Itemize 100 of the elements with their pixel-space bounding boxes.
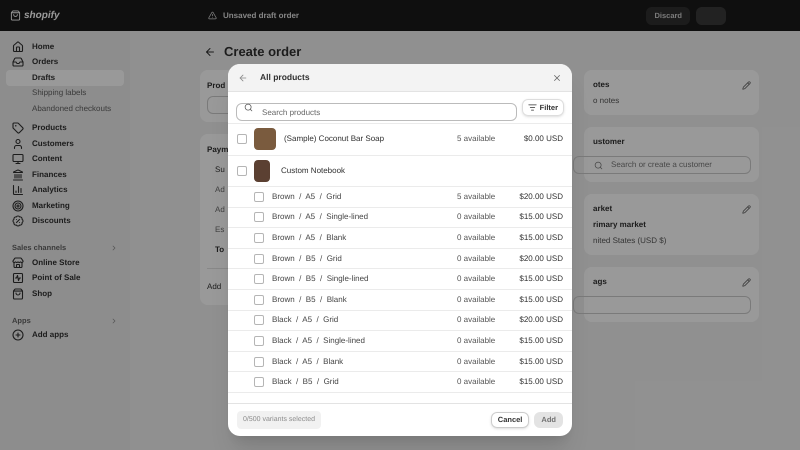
chevron-icon[interactable]	[110, 316, 118, 324]
checkbox[interactable]	[254, 336, 264, 346]
nav-item[interactable]: Products	[6, 120, 124, 136]
price: $15.00 USD	[518, 273, 563, 286]
checkbox[interactable]	[254, 315, 264, 326]
nav-item[interactable]: Discounts	[6, 214, 124, 229]
target-icon	[12, 200, 24, 212]
card-text: o notes	[593, 95, 620, 107]
nav-item[interactable]: Shop	[6, 286, 124, 302]
price: $15.00 USD	[518, 232, 563, 244]
variant-row[interactable]: Black / A5 / Single-lined 0 available $15.00 USD	[228, 331, 572, 352]
card-title: otes	[593, 79, 610, 91]
checkbox[interactable]	[254, 356, 264, 367]
price: $20.00 USD	[518, 190, 563, 203]
checkbox[interactable]	[237, 134, 247, 144]
nav-item[interactable]: Customers	[6, 136, 124, 152]
plus-circle-icon	[12, 329, 24, 342]
nav-item[interactable]: Add apps	[6, 328, 124, 343]
back-arrow-icon[interactable]	[204, 46, 216, 58]
pencil-icon[interactable]	[742, 204, 751, 214]
availability: 0 available	[457, 232, 496, 244]
nav-subitem[interactable]: Shipping labels	[6, 86, 124, 101]
product-row[interactable]: Custom Notebook	[228, 156, 572, 187]
card-footer-text: Add	[207, 282, 222, 291]
back-arrow-icon[interactable]	[238, 72, 248, 82]
checkbox[interactable]	[254, 232, 264, 243]
pencil-icon[interactable]	[742, 80, 751, 90]
nav-item[interactable]: Home	[6, 39, 124, 54]
summary-label: Ad	[215, 204, 225, 216]
nav-item[interactable]: Analytics	[6, 182, 124, 198]
variant-row[interactable]: Brown / A5 / Blank 0 available $15.00 USD	[228, 228, 572, 249]
variant-name: Brown / B5 / Grid	[272, 252, 343, 265]
checkbox[interactable]	[237, 166, 247, 176]
variant-row[interactable]: Black / A5 / Blank 0 available $15.00 USD	[228, 352, 572, 372]
nav-item[interactable]: Marketing	[6, 198, 124, 214]
pencil-icon[interactable]	[742, 278, 751, 286]
variant-row[interactable]: Brown / B5 / Blank 0 available $15.00 USD	[228, 290, 572, 311]
summary-label: Es	[215, 224, 224, 236]
dialog-title: All products	[260, 71, 311, 84]
price: $15.00 USD	[518, 356, 563, 368]
availability: 0 available	[457, 294, 496, 306]
variant-name: Brown / A5 / Blank	[272, 232, 348, 244]
warning-icon	[208, 11, 217, 20]
checkbox[interactable]	[254, 377, 264, 388]
product-name: Custom Notebook	[281, 164, 346, 177]
nav-subitem[interactable]: Drafts	[6, 70, 124, 86]
price: $15.00 USD	[518, 376, 563, 388]
availability: 0 available	[457, 334, 496, 347]
product-row[interactable]: (Sample) Coconut Bar Soap 5 available $0.00 USD	[228, 124, 572, 156]
variant-row[interactable]: Brown / A5 / Single-lined 0 available $15.00 USD	[228, 208, 572, 228]
checkbox[interactable]	[254, 212, 264, 222]
shopping-bag-icon	[12, 288, 24, 300]
variant-name: Brown / B5 / Blank	[272, 294, 348, 306]
variant-row[interactable]: Brown / B5 / Grid 0 available $20.00 USD	[228, 248, 572, 270]
variant-name: Black / A5 / Single-lined	[272, 334, 366, 347]
availability: 0 available	[457, 211, 496, 224]
nav-item[interactable]: Online Store	[6, 255, 124, 270]
chevron-icon[interactable]	[110, 244, 118, 252]
brand-logo: shopify	[24, 9, 60, 23]
variant-name: Brown / A5 / Single-lined	[272, 211, 370, 224]
nav-subitem[interactable]: Abandoned checkouts	[6, 101, 124, 116]
checkbox[interactable]	[254, 192, 264, 202]
price: $0.00 USD	[522, 133, 563, 146]
close-icon[interactable]	[552, 72, 562, 82]
checkbox[interactable]	[254, 254, 264, 264]
price: $15.00 USD	[518, 334, 563, 347]
card-title: arket	[593, 203, 612, 215]
card-title: Paym	[207, 144, 228, 156]
card-text: nited States (USD $)	[593, 235, 668, 247]
availability: 0 available	[457, 376, 496, 388]
inbox-icon	[12, 56, 24, 68]
unsaved-notice: Unsaved draft order	[223, 10, 300, 22]
variant-row[interactable]: Black / B5 / Grid 0 available $15.00 USD	[228, 372, 572, 393]
product-name: (Sample) Coconut Bar Soap	[284, 133, 386, 146]
point-of-sale-icon	[12, 272, 24, 284]
price: $20.00 USD	[518, 314, 563, 326]
checkbox[interactable]	[254, 294, 264, 305]
nav-item[interactable]: Point of Sale	[6, 270, 124, 286]
nav-item[interactable]: Finances	[6, 167, 124, 182]
price: $15.00 USD	[518, 294, 563, 306]
checkbox[interactable]	[254, 274, 264, 284]
person-icon	[12, 138, 24, 150]
customer-search-field[interactable]: Search or create a customer	[573, 156, 751, 174]
variant-row[interactable]: Black / A5 / Grid 0 available $20.00 USD	[228, 310, 572, 332]
tag-icon	[12, 122, 24, 134]
tags-field[interactable]	[573, 296, 751, 314]
availability: 0 available	[457, 273, 496, 286]
home-icon	[12, 40, 24, 53]
availability: 5 available	[457, 190, 496, 203]
nav-item[interactable]: Orders	[6, 54, 124, 70]
store-icon	[12, 256, 24, 269]
search-field[interactable]: Search products	[236, 103, 517, 121]
search-icon	[594, 160, 603, 170]
variant-row[interactable]: Brown / A5 / Grid 5 available $20.00 USD	[228, 187, 572, 208]
nav-item[interactable]: Content	[6, 152, 124, 167]
summary-label: Su	[215, 164, 225, 176]
summary-label: To	[215, 244, 224, 256]
card-title: ustomer	[593, 136, 625, 148]
variant-row[interactable]: Brown / B5 / Single-lined 0 available $15.00 USD	[228, 269, 572, 290]
photo-placeholder	[254, 128, 276, 150]
